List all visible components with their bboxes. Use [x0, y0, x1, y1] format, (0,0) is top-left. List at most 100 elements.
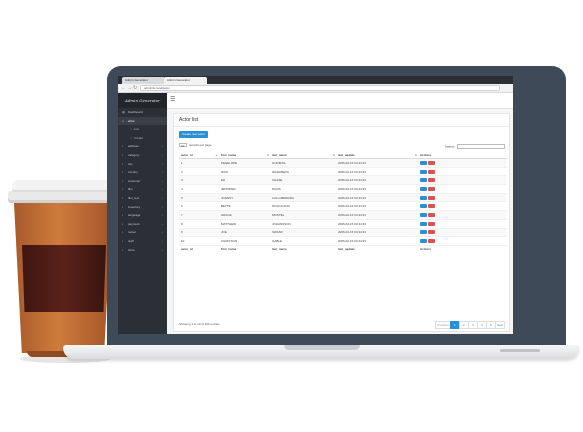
laptop-screen: Admin Generator Admin Generator ← → ↻ ad… — [118, 76, 513, 334]
edit-button[interactable] — [420, 178, 427, 183]
folder-icon: ▪ — [122, 144, 124, 149]
table-cell: 2006-02-15 04:34:33 — [336, 193, 418, 203]
records-per-page-select[interactable]: 10 — [179, 143, 187, 148]
table-cell: 2006-02-15 04:34:33 — [336, 184, 418, 194]
table-cell: LOLLOBRIGIDA — [270, 193, 336, 203]
browser-tab-1[interactable]: Admin Generator — [122, 77, 165, 84]
table-cell: 2006-02-15 04:34:33 — [336, 228, 418, 238]
laptop-brand-mark — [500, 349, 540, 352]
delete-button[interactable] — [428, 169, 435, 174]
sidebar-item-film-text[interactable]: ▪ film_text ‹ — [118, 194, 167, 203]
records-per-page-label: records per page — [188, 143, 212, 147]
edit-button[interactable] — [420, 239, 427, 244]
sidebar-item-dashboard[interactable]: ▦ Dashboard — [118, 108, 167, 117]
sidebar-item-country[interactable]: ▪ country ‹ — [118, 168, 167, 177]
sidebar-item-payment[interactable]: ▪ payment ‹ — [118, 220, 167, 229]
sidebar-item-label: category — [128, 152, 140, 157]
sidebar-item-label: language — [128, 213, 141, 218]
table-cell: 2006-02-15 04:34:33 — [336, 175, 418, 186]
page-link-next[interactable]: Next — [494, 321, 505, 329]
edit-button[interactable] — [420, 169, 427, 174]
folder-icon: ▪ — [122, 178, 124, 183]
chevron-icon: ‹ — [162, 204, 163, 209]
sidebar-item-label: rental — [128, 230, 136, 235]
table-cell: PENELOPE — [219, 158, 270, 168]
sidebar-item-actor[interactable]: ● actor ⌄ — [118, 116, 167, 126]
column-header-actor-id[interactable]: actor_id ▲ — [179, 151, 219, 159]
sidebar-item-address[interactable]: ▪ address ‹ — [118, 142, 167, 151]
sort-icon: ⇅ — [414, 152, 417, 157]
sidebar-item-label: inventory — [128, 204, 141, 209]
records-per-page: 10 records per page — [179, 143, 212, 148]
delete-button[interactable] — [428, 213, 435, 218]
sidebar-item-staff[interactable]: ▪ staff ‹ — [118, 237, 167, 246]
table-footer-row: actor_id first_name last_name last_updat… — [179, 244, 507, 253]
sidebar-item-label: Create — [134, 135, 144, 140]
browser-tab-2[interactable]: Admin Generator — [164, 77, 207, 84]
edit-button[interactable] — [420, 204, 427, 209]
table-cell: JOHNNY — [219, 193, 270, 203]
table-cell: GRACE — [219, 210, 270, 220]
table-row: 7 GRACE MOSTEL 2006-02-15 04:34:33 — [179, 210, 507, 220]
delete-button[interactable] — [428, 230, 435, 235]
edit-button[interactable] — [420, 195, 427, 200]
create-actor-button[interactable]: Create new actor — [179, 131, 208, 138]
table-cell: 2006-02-15 04:34:33 — [336, 201, 418, 212]
edit-button[interactable] — [420, 221, 427, 226]
chevron-icon: ‹ — [162, 230, 163, 235]
chevron-icon: ‹ — [162, 195, 163, 200]
edit-button[interactable] — [420, 213, 427, 218]
delete-button[interactable] — [428, 204, 435, 209]
delete-button[interactable] — [428, 195, 435, 200]
edit-button[interactable] — [420, 160, 427, 165]
forward-icon[interactable]: → — [127, 85, 132, 91]
main-content: ☰ Actor list Create new actor 10 records… — [167, 93, 513, 334]
delete-button[interactable] — [428, 187, 435, 191]
sidebar-item-list[interactable]: ○ List — [118, 125, 167, 134]
column-footer-last-name: last_name — [270, 244, 336, 253]
topbar: ☰ — [167, 93, 513, 109]
delete-button[interactable] — [428, 178, 435, 183]
table-cell: 7 — [179, 210, 219, 220]
edit-button[interactable] — [420, 230, 427, 235]
sidebar-item-inventory[interactable]: ▪ inventory ‹ — [118, 203, 167, 212]
chevron-icon: ‹ — [162, 187, 163, 192]
sidebar-item-city[interactable]: ▪ city ‹ — [118, 160, 167, 169]
table-cell: 2 — [179, 167, 219, 177]
sidebar-item-film[interactable]: ▪ film ‹ — [118, 185, 167, 194]
sidebar-item-language[interactable]: ▪ language ‹ — [118, 211, 167, 220]
chevron-icon: ‹ — [162, 213, 163, 218]
table-cell: 2006-02-15 04:34:33 — [336, 158, 418, 168]
url-field[interactable]: adminlte.local/actor — [140, 85, 500, 91]
folder-icon: ▪ — [122, 213, 124, 218]
column-header-last-name[interactable]: last_name ⇅ — [270, 151, 336, 159]
row-actions — [418, 210, 507, 220]
chevron-icon: ‹ — [162, 144, 163, 149]
page-link-previous[interactable]: Previous — [435, 321, 451, 329]
sidebar-item-label: customer — [128, 178, 141, 183]
reload-icon[interactable]: ↻ — [133, 85, 137, 91]
search-input[interactable] — [457, 144, 505, 149]
back-icon[interactable]: ← — [121, 85, 126, 91]
page-title: Actor list — [179, 117, 199, 123]
sidebar-item-category[interactable]: ▪ category ‹ — [118, 151, 167, 160]
hamburger-menu-icon[interactable]: ☰ — [170, 96, 175, 104]
row-actions — [418, 175, 507, 186]
table-cell: DAVIS — [270, 184, 336, 194]
table-row: 1 PENELOPE GUINESS 2006-02-15 04:34:33 — [179, 158, 507, 168]
column-header-last-update[interactable]: last_update ⇅ — [336, 151, 418, 159]
sidebar-item-create[interactable]: ○ Create — [118, 134, 167, 143]
delete-button[interactable] — [428, 221, 435, 226]
delete-button[interactable] — [428, 160, 435, 165]
table-row: 10 CHRISTIAN GABLE 2006-02-15 04:34:33 — [179, 236, 507, 246]
table-cell: 2006-02-15 04:34:33 — [336, 210, 418, 220]
sidebar-item-customer[interactable]: ▪ customer ‹ — [118, 177, 167, 186]
sidebar-item-label: List — [134, 127, 139, 132]
sort-icon: ⇅ — [266, 152, 269, 157]
delete-button[interactable] — [428, 239, 435, 244]
edit-button[interactable] — [420, 187, 427, 191]
column-header-first-name[interactable]: first_name ⇅ — [219, 151, 270, 159]
sidebar-item-rental[interactable]: ▪ rental ‹ — [118, 228, 167, 237]
sidebar-item-store[interactable]: ▪ store ‹ — [118, 246, 167, 255]
row-actions — [418, 167, 507, 177]
